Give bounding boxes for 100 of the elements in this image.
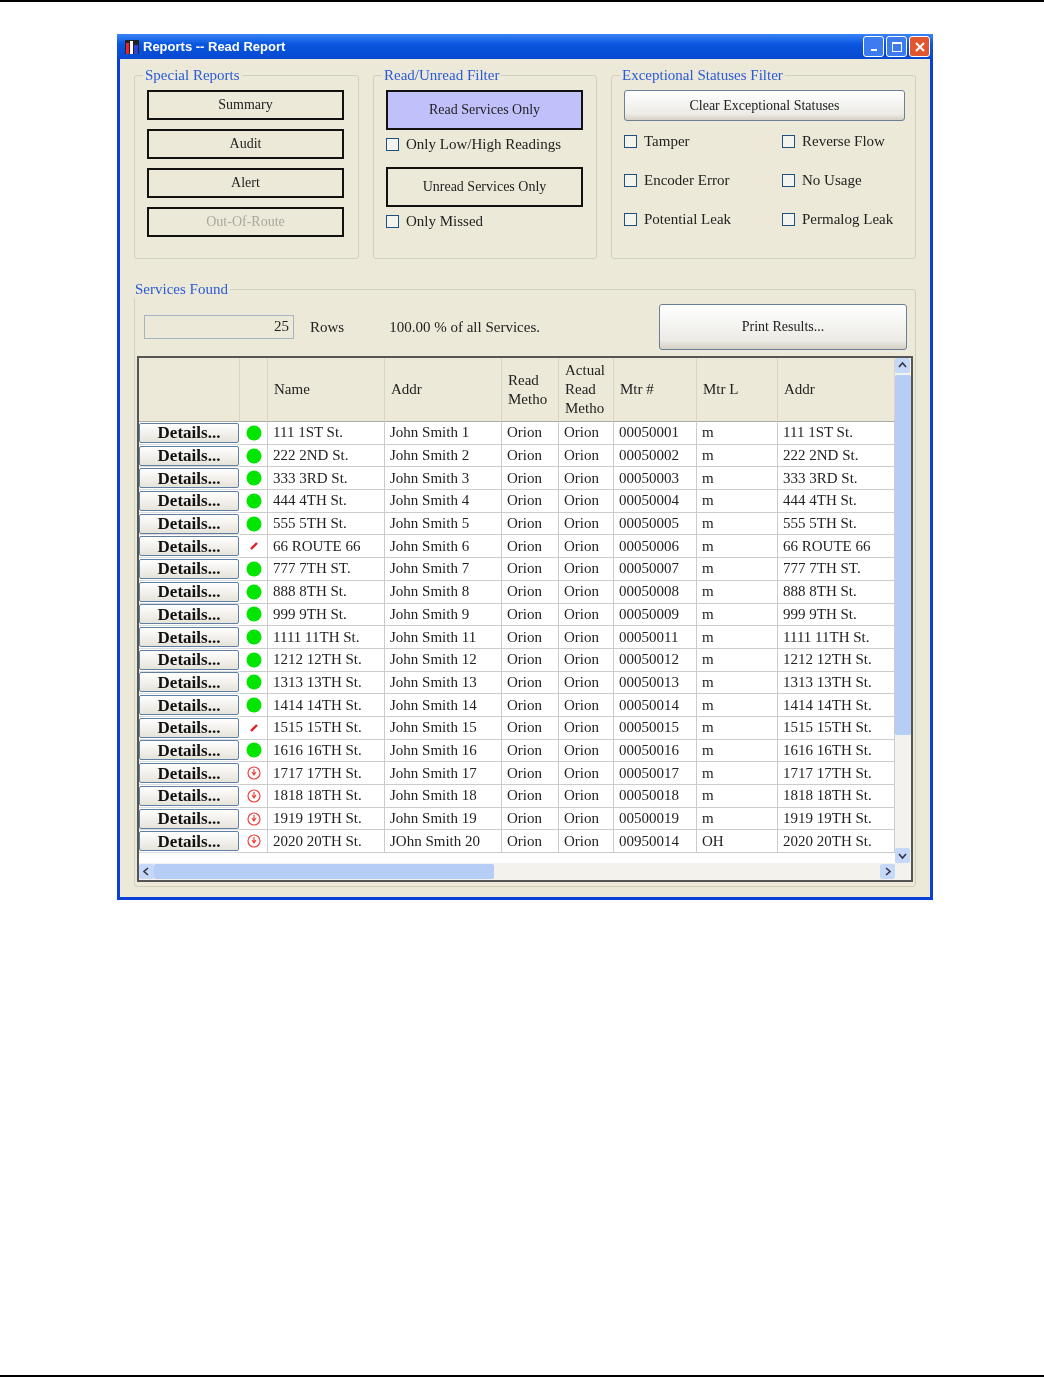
table-cell: John Smith 8 [385, 580, 502, 604]
flag-icon [249, 723, 258, 732]
details-button[interactable]: Details... [139, 445, 239, 466]
details-button[interactable]: Details... [139, 536, 239, 557]
close-icon [914, 41, 925, 52]
checkbox[interactable] [624, 135, 637, 148]
details-button[interactable]: Details... [139, 513, 239, 534]
group-title: Services Found [134, 281, 229, 298]
table-cell: Orion [559, 580, 614, 604]
table-cell: 00050001 [614, 422, 697, 445]
checkbox[interactable] [624, 213, 637, 226]
table-cell: 1717 17TH St. [268, 762, 385, 785]
details-button[interactable]: Details... [139, 695, 239, 716]
report-button[interactable]: Summary [147, 90, 344, 120]
details-button[interactable]: Details... [139, 740, 239, 761]
filter-button[interactable]: Read Services Only [386, 90, 583, 130]
column-header[interactable]: Read Metho [502, 358, 559, 422]
details-button[interactable]: Details... [139, 468, 239, 489]
status-dot [245, 583, 262, 600]
table-cell: 00050017 [614, 762, 697, 785]
table-cell: 1111 11TH St. [268, 626, 385, 649]
column-header[interactable]: Addr [385, 358, 502, 422]
table-cell: John Smith 7 [385, 558, 502, 581]
clear-button[interactable]: Clear Exceptional Statuses [624, 90, 905, 121]
column-header[interactable]: Mtr # [614, 358, 697, 422]
table-cell: m [697, 671, 778, 695]
group-title: Special Reports [144, 67, 241, 84]
details-button[interactable]: Details... [139, 808, 239, 829]
details-button[interactable]: Details... [139, 785, 239, 806]
column-header[interactable]: Name [268, 358, 385, 422]
table-cell: 00050012 [614, 648, 697, 672]
table-cell: Orion [559, 739, 614, 763]
table-cell: John Smith 6 [385, 535, 502, 559]
table-cell: Orion [559, 716, 614, 740]
report-button[interactable]: Audit [147, 129, 344, 159]
maximize-button[interactable] [886, 36, 907, 57]
table-cell: John Smith 17 [385, 762, 502, 785]
close-button[interactable] [909, 36, 930, 57]
status-dot [245, 651, 262, 668]
vertical-scrollbar[interactable] [895, 358, 911, 880]
column-header[interactable]: Mtr L [697, 358, 778, 422]
checkbox[interactable] [386, 215, 399, 228]
table-cell: Orion [502, 807, 559, 831]
table-cell: 00050003 [614, 467, 697, 491]
minimize-button[interactable] [863, 36, 884, 57]
table-cell: Orion [559, 444, 614, 468]
checkbox[interactable] [782, 213, 795, 226]
checkbox-label: Tamper [644, 133, 690, 150]
checkbox[interactable] [386, 138, 399, 151]
table-cell: Orion [559, 626, 614, 649]
table-cell: Orion [502, 626, 559, 649]
details-button[interactable]: Details... [139, 763, 239, 784]
table-cell: 00050007 [614, 558, 697, 581]
report-button[interactable]: Alert [147, 168, 344, 198]
scroll-right-icon [880, 864, 895, 879]
details-button[interactable]: Details... [139, 422, 239, 443]
filter-button[interactable]: Unread Services Only [386, 167, 583, 207]
table-cell: 00050006 [614, 535, 697, 559]
window-title: Reports -- Read Report [143, 39, 286, 54]
table-cell: Orion [502, 558, 559, 581]
checkbox[interactable] [782, 174, 795, 187]
table-cell: Orion [559, 603, 614, 627]
details-button[interactable]: Details... [139, 627, 239, 648]
horizontal-scrollbar[interactable] [139, 863, 895, 880]
details-button[interactable]: Details... [139, 604, 239, 625]
table-cell: Orion [502, 762, 559, 785]
table-cell: 00950014 [614, 830, 697, 854]
table-cell: Orion [502, 648, 559, 672]
table-cell: Orion [502, 444, 559, 468]
table-cell: m [697, 558, 778, 581]
scroll-down-icon [895, 848, 910, 863]
checkbox[interactable] [782, 135, 795, 148]
scroll-up-icon [895, 358, 910, 373]
table-cell: 777 7TH ST. [268, 558, 385, 581]
checkbox-label: Only Missed [406, 213, 484, 230]
group-title: Read/Unread Filter [383, 67, 501, 84]
details-button[interactable]: Details... [139, 581, 239, 602]
checkbox-label: Only Low/High Readings [406, 136, 561, 153]
print-button[interactable]: Print Results... [659, 304, 907, 350]
details-button[interactable]: Details... [139, 558, 239, 579]
table-cell: John Smith 1 [385, 422, 502, 445]
table-cell: m [697, 603, 778, 627]
details-button[interactable]: Details... [139, 490, 239, 511]
details-button[interactable]: Details... [139, 831, 239, 852]
table-cell: 00050018 [614, 785, 697, 808]
table-cell: Orion [502, 785, 559, 808]
details-button[interactable]: Details... [139, 717, 239, 738]
table-cell: m [697, 626, 778, 649]
checkbox[interactable] [624, 174, 637, 187]
column-header[interactable]: Actual Read Metho [559, 358, 614, 422]
table-cell: John Smith 15 [385, 716, 502, 740]
table-cell: John Smith 18 [385, 785, 502, 808]
details-button[interactable]: Details... [139, 649, 239, 670]
table-cell: m [697, 580, 778, 604]
group-title: Exceptional Statuses Filter [621, 67, 784, 84]
checkbox-label: Encoder Error [644, 172, 730, 189]
table-cell: Orion [502, 467, 559, 491]
table-cell: m [697, 694, 778, 717]
status-dot [245, 447, 262, 464]
details-button[interactable]: Details... [139, 672, 239, 693]
